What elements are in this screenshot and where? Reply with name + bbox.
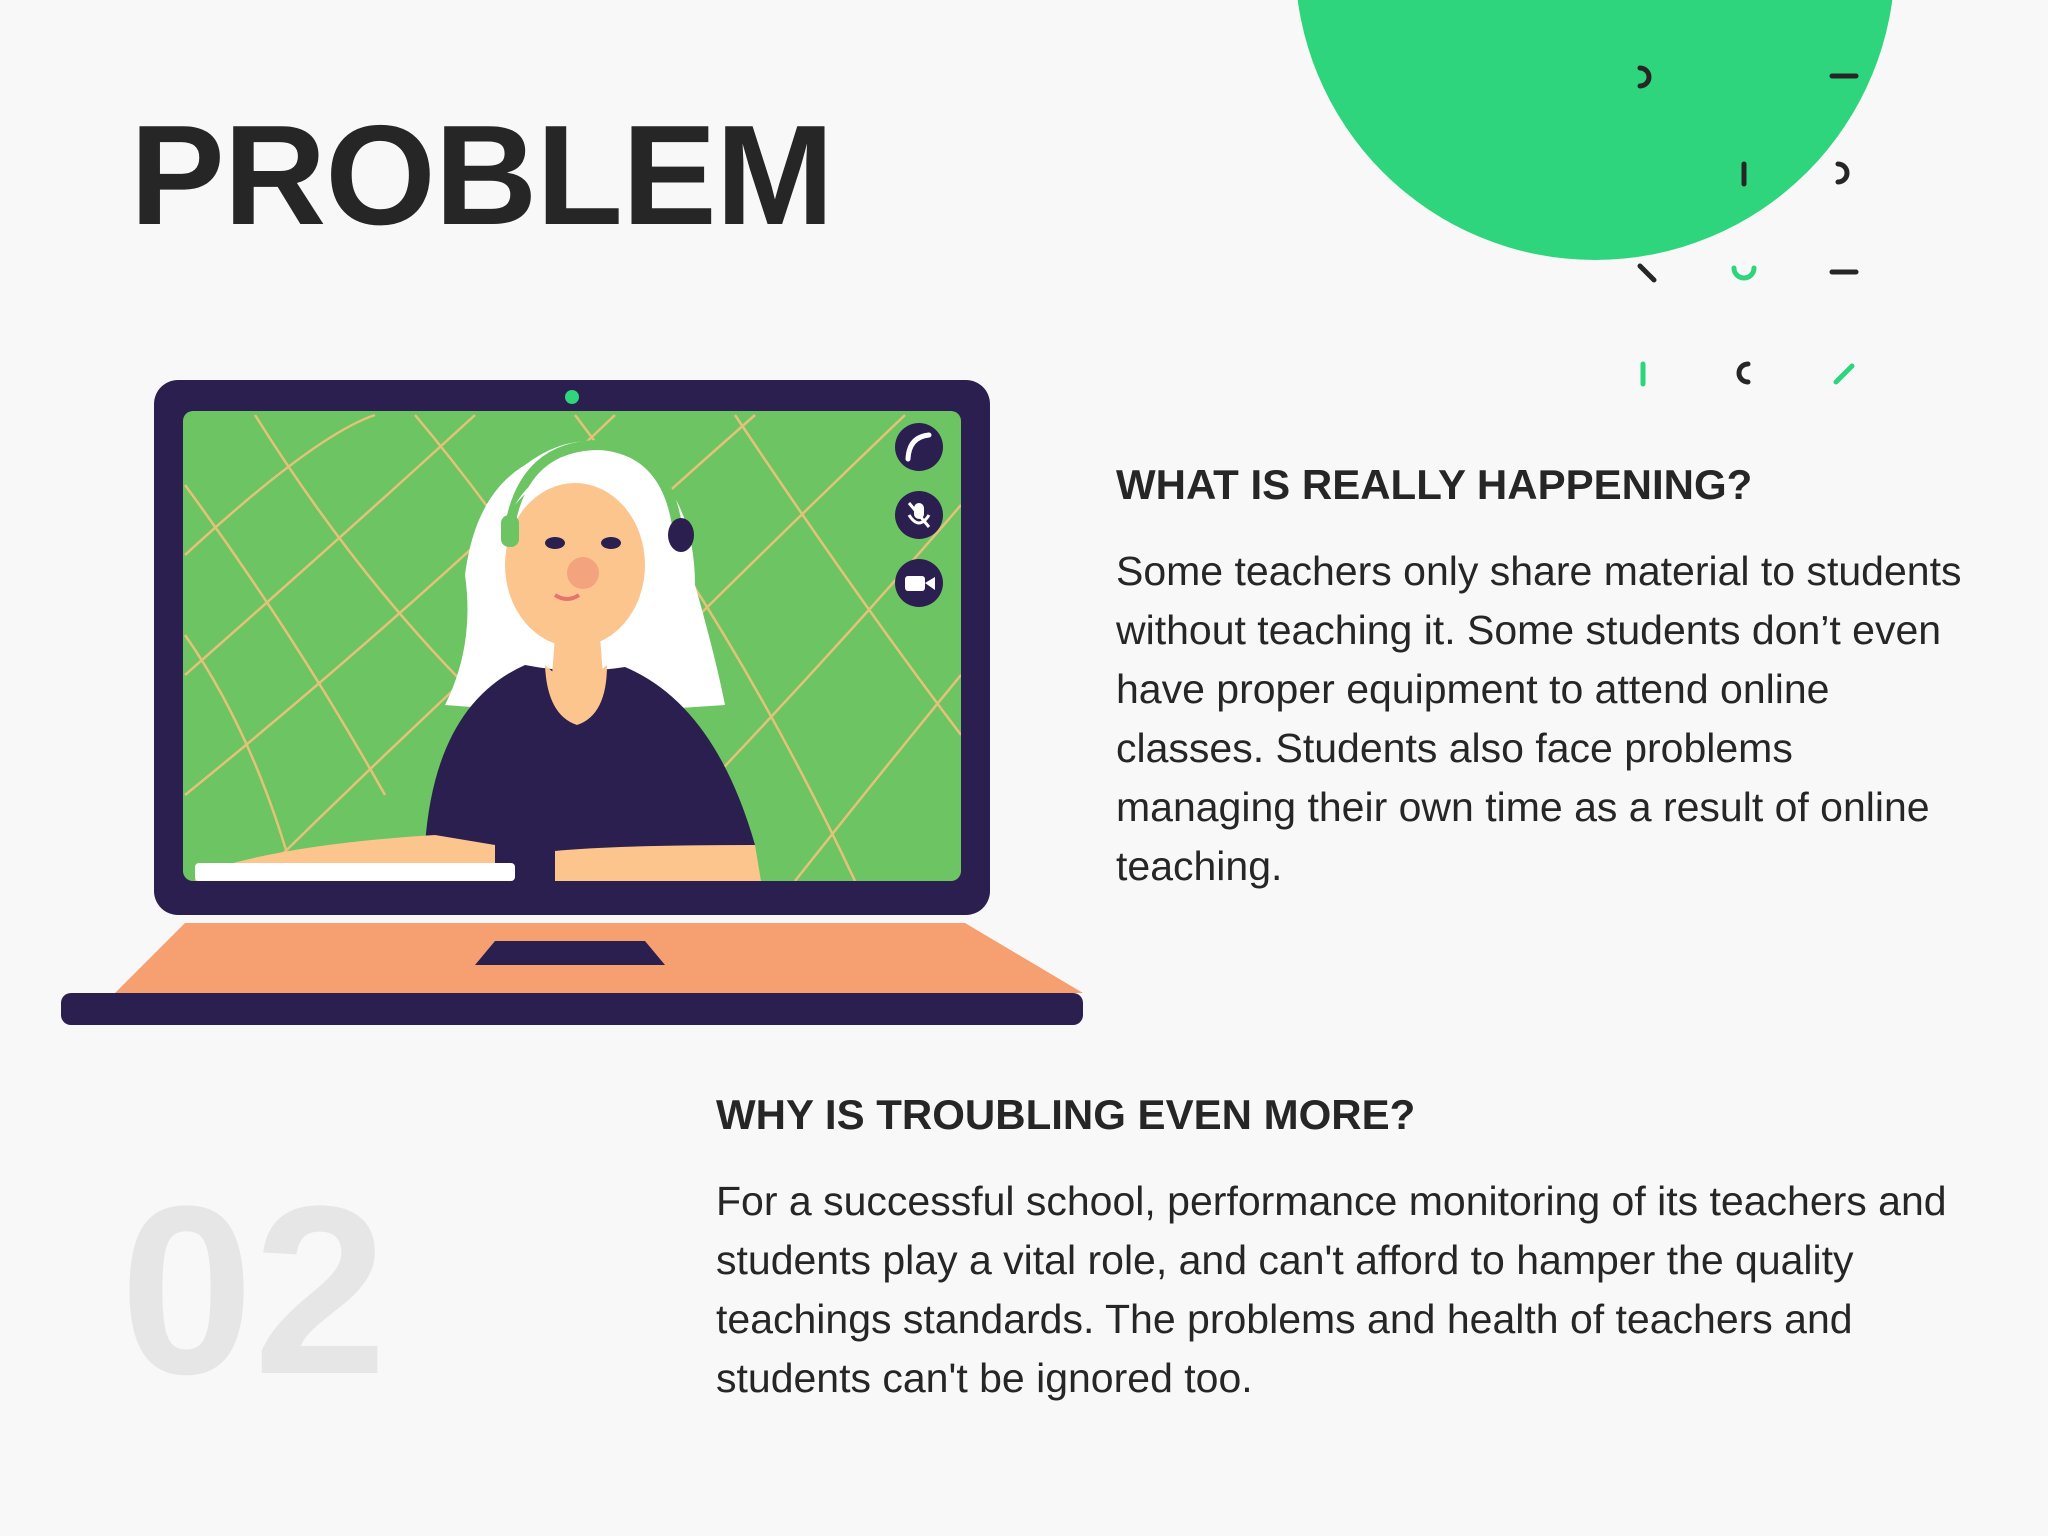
- laptop-video-call-illustration: [61, 380, 1083, 1025]
- section-body: Some teachers only share material to stu…: [1116, 548, 1962, 890]
- section-heading: WHY IS TROUBLING EVEN MORE?: [716, 1091, 1416, 1138]
- decorative-green-circle: [1295, 0, 1895, 260]
- section-why-troubling: WHY IS TROUBLING EVEN MORE? For a succes…: [716, 1090, 1976, 1408]
- webcam-light: [565, 390, 579, 404]
- section-number: 02: [120, 1156, 387, 1424]
- section-heading: WHAT IS REALLY HAPPENING?: [1116, 461, 1753, 508]
- section-what-is-happening: WHAT IS REALLY HAPPENING? Some teachers …: [1116, 460, 1976, 896]
- phone-icon: [895, 423, 943, 471]
- page-title: PROBLEM: [130, 96, 834, 255]
- section-body: For a successful school, performance mon…: [716, 1178, 1947, 1402]
- trackpad: [475, 941, 665, 965]
